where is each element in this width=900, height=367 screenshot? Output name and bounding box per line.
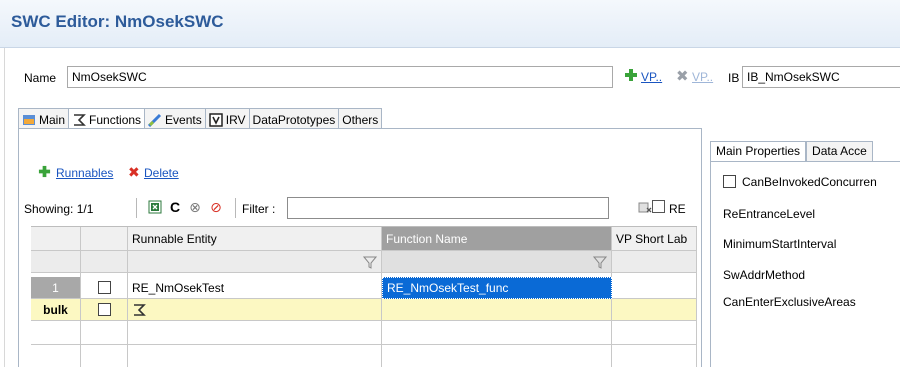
tab-functions-label: Functions [89,113,142,127]
filter-cell [31,251,81,273]
name-label: Name [24,71,57,85]
add-runnables-link[interactable]: Runnables [56,166,113,180]
tab-others-label: Others [342,112,379,127]
toolbar-separator [136,198,137,218]
prop-sw-addr-method: SwAddrMethod [723,268,806,282]
plus-icon[interactable] [624,68,638,82]
tab-dataprototypes-label: DataPrototypes [252,112,336,127]
function-name-cell[interactable]: RE_NmOsekTest_func [382,277,612,299]
filter-cell [612,251,697,273]
funnel-icon[interactable] [593,255,607,269]
plus-icon[interactable] [38,165,51,178]
row-checkbox[interactable] [97,281,111,294]
delete-link[interactable]: Delete [144,166,179,180]
can-be-invoked-concurrently-checkbox[interactable] [723,175,736,188]
table-row[interactable]: 1 RE_NmOsekTest RE_NmOsekTest_func [31,277,697,299]
tab-functions[interactable]: Functions [68,108,146,129]
funnel-icon[interactable] [363,255,377,269]
bulk-function-name-cell[interactable] [382,299,612,321]
irv-icon [208,112,223,127]
tab-data-access[interactable]: Data Acce [806,141,873,161]
tab-irv-label: IRV [225,112,246,127]
column-header-function-name[interactable]: Function Name [382,227,612,251]
empty-row [31,345,697,367]
tab-main-properties[interactable]: Main Properties [710,141,807,161]
table-filter-row [31,251,697,273]
ib-label: IB [728,71,740,85]
column-header-vp-short-label[interactable]: VP Short Lab [612,227,697,251]
events-icon [148,113,162,127]
runnable-entity-cell[interactable]: RE_NmOsekTest [128,277,382,299]
header-rownum [31,227,81,251]
bulk-label: bulk [31,299,81,321]
functions-icon [72,113,86,127]
showing-count: Showing: 1/1 [24,202,94,216]
export-excel-icon[interactable] [147,198,163,216]
clear-text-icon[interactable] [638,200,652,214]
row-select-cell[interactable] [81,277,128,299]
bulk-checkbox[interactable] [97,303,111,316]
bulk-select-cell[interactable] [81,299,128,321]
ib-input[interactable] [742,66,900,88]
tab-main[interactable]: Main [18,108,70,128]
re-label: RE [669,202,686,216]
tab-irv[interactable]: IRV [204,108,250,128]
editor-title: SWC Editor: NmOsekSWC [11,12,224,31]
tab-main-label: Main [39,112,66,127]
tab-dataprototypes[interactable]: DataPrototypes [248,108,340,128]
tab-events[interactable]: Events [144,108,206,128]
prop-can-enter-exclusive-areas: CanEnterExclusiveAreas [723,295,856,309]
header-check [81,227,128,251]
tab-events-label: Events [165,112,202,127]
main-icon [22,113,36,127]
delete-x-icon: ✖ [676,68,689,85]
re-checkbox[interactable] [652,200,665,213]
column-filter-function-name[interactable] [382,251,612,273]
filter-settings-icon[interactable]: ⊗ [187,198,203,216]
toolbar-separator [235,198,236,218]
vp-add-link[interactable]: VP.. [641,70,662,84]
row-number: 1 [31,277,81,299]
editor-title-bar: SWC Editor: NmOsekSWC [0,0,900,48]
bulk-vp-cell[interactable] [612,299,697,321]
name-input[interactable] [67,66,613,88]
filter-cell [81,251,128,273]
clear-filter-icon[interactable]: ⊘ [208,198,224,216]
vp-short-label-cell[interactable] [612,277,697,299]
column-header-runnable-entity[interactable]: Runnable Entity [128,227,382,251]
prop-can-be-invoked-concurrently: CanBeInvokedConcurren [742,175,877,189]
prop-reentrance-level: ReEntranceLevel [723,207,816,221]
editor-tabstrip: Main Functions Events IRV DataPrototypes… [18,108,383,129]
bulk-runnable-cell[interactable] [128,299,382,321]
editor-left-border [4,48,5,367]
runnables-table: Runnable Entity Function Name VP Short L… [31,226,697,367]
column-filter-runnable-entity[interactable] [128,251,382,273]
filter-input[interactable] [287,197,609,219]
vp-delete-link: VP.. [692,70,714,84]
bulk-row[interactable]: bulk [31,299,697,321]
properties-tabstrip: Main Properties Data Acce [710,141,873,161]
functions-icon [134,303,146,316]
properties-panel [710,161,900,367]
table-header-row: Runnable Entity Function Name VP Short L… [31,227,697,251]
filter-label: Filter : [242,202,276,216]
prop-minimum-start-interval: MinimumStartInterval [723,237,837,251]
refresh-icon[interactable]: C [167,198,183,216]
tab-others[interactable]: Others [338,108,383,128]
delete-x-icon[interactable]: ✖ [128,164,140,181]
empty-row [31,321,697,345]
